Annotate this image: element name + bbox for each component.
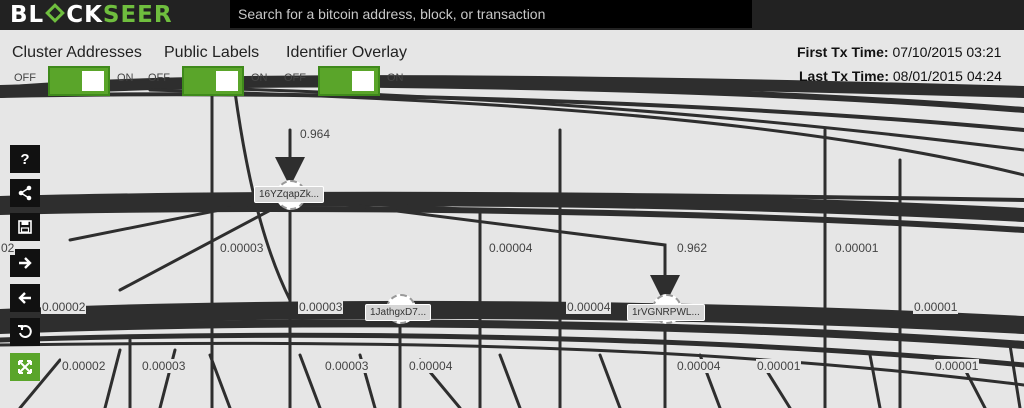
public-labels-toggle[interactable] [182, 66, 244, 96]
edge-label: 0.00004 [676, 359, 722, 373]
blockseer-logo[interactable]: BL CKSEER [10, 1, 173, 29]
cluster-on-label: ON [117, 72, 134, 84]
save-icon [18, 220, 32, 234]
arrow-right-icon [19, 257, 32, 269]
node-label[interactable]: 1rVGNRPWL... [627, 304, 705, 321]
top-bar: BL CKSEER [0, 0, 1024, 30]
help-button[interactable]: ? [10, 145, 40, 173]
edge-label: 0.00003 [324, 359, 370, 373]
share-icon [18, 185, 32, 201]
edge-label: 0.00001 [913, 300, 959, 314]
cluster-addresses-toggle[interactable] [48, 66, 110, 96]
save-button[interactable] [10, 213, 40, 241]
labels-off-label: OFF [148, 72, 170, 84]
edge-label: 02 [0, 241, 16, 255]
cube-icon [45, 3, 66, 23]
reset-button[interactable] [10, 318, 40, 346]
edge-label: 0.00002 [41, 300, 87, 314]
identifier-overlay-label: Identifier Overlay [286, 44, 407, 61]
edge-label: 0.00004 [566, 300, 612, 314]
labels-on-label: ON [251, 72, 268, 84]
edge-label: 0.00004 [488, 241, 534, 255]
reset-icon [18, 325, 32, 338]
identifier-overlay-toggle[interactable] [318, 66, 380, 96]
identifier-on-label: ON [387, 72, 404, 84]
edge-label: 0.00004 [408, 359, 454, 373]
toggle-knob [352, 71, 374, 91]
edge-label: 0.962 [676, 241, 709, 255]
edge-label: 0.00003 [141, 359, 187, 373]
search-input[interactable] [230, 0, 752, 28]
edge-label: 0.00001 [834, 241, 880, 255]
fullscreen-button[interactable] [10, 353, 40, 381]
public-labels-label: Public Labels [164, 44, 260, 61]
edge-label: 0.00002 [61, 359, 107, 373]
node-label[interactable]: 16YZqapZk... [254, 186, 325, 203]
edge-label: 0.964 [299, 127, 332, 141]
share-button[interactable] [10, 179, 40, 207]
expand-icon [18, 360, 32, 374]
cluster-off-label: OFF [14, 72, 36, 84]
edge-label: 0.00003 [298, 300, 344, 314]
edge-label: 0.00003 [219, 241, 265, 255]
arrow-left-icon [18, 292, 31, 304]
cluster-addresses-label: Cluster Addresses [12, 44, 142, 61]
toggle-knob [216, 71, 238, 91]
first-tx-time: First Tx Time: 07/10/2015 03:21 [797, 44, 1002, 60]
toggle-knob [82, 71, 104, 91]
back-button[interactable] [10, 284, 40, 312]
transaction-graph[interactable] [0, 30, 1024, 408]
last-tx-time: Last Tx Time: 08/01/2015 04:24 [799, 68, 1002, 84]
node-label[interactable]: 1JathgxD7... [365, 304, 432, 321]
identifier-off-label: OFF [284, 72, 306, 84]
edge-label: 0.00001 [934, 359, 980, 373]
edge-label: 0.00001 [756, 359, 802, 373]
